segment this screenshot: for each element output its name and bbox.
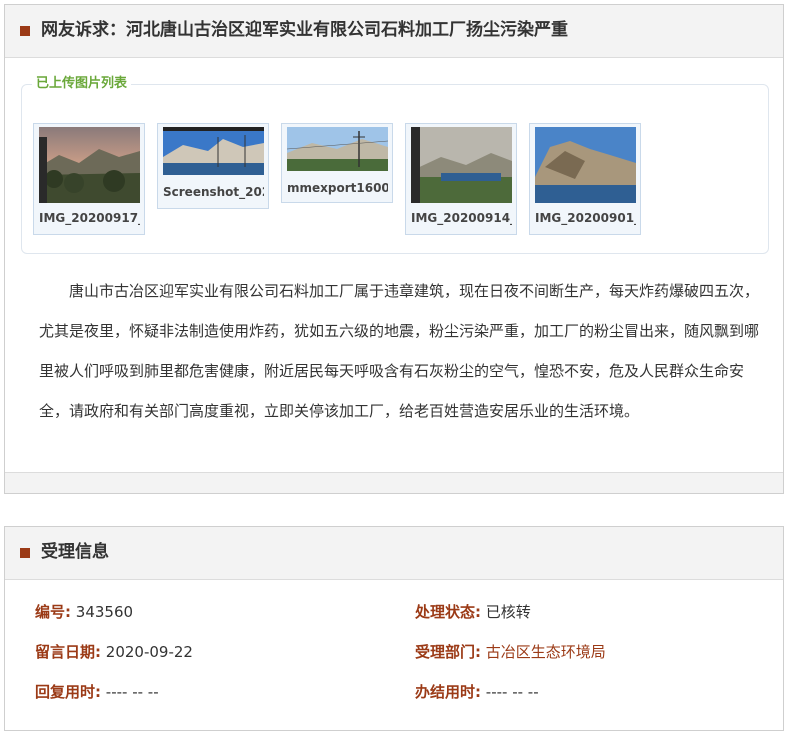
gallery-label: 已上传图片列表 — [32, 76, 132, 92]
info-number: 编号: 343560 — [35, 602, 133, 622]
finish-time-label: 办结用时: — [415, 683, 481, 701]
status-value: 已核转 — [485, 603, 531, 621]
status-label: 处理状态: — [415, 603, 481, 621]
header-square-icon — [20, 548, 30, 558]
thumbnail-image — [535, 127, 636, 203]
complaint-body-text: 唐山市古冶区迎军实业有限公司石料加工厂属于违章建筑，现在日夜不间断生产，每天炸药… — [39, 282, 760, 420]
complaint-card: 网友诉求：河北唐山古治区迎军实业有限公司石料加工厂扬尘污染严重 已上传图片列表 … — [4, 4, 784, 494]
acceptance-card: 受理信息 编号: 343560 处理状态: 已核转 留言日期: 2020-09-… — [4, 526, 784, 731]
thumbnail-caption: mmexport16005 — [287, 181, 388, 195]
info-reply-time: 回复用时: ---- -- -- — [35, 682, 159, 702]
info-date: 留言日期: 2020-09-22 — [35, 642, 193, 662]
image-thumbnail[interactable]: IMG_20200917_1 — [33, 123, 145, 235]
image-thumbnail[interactable]: Screenshot_2020 — [157, 123, 269, 209]
reply-time-value: ---- -- -- — [105, 683, 159, 701]
info-status: 处理状态: 已核转 — [415, 602, 531, 622]
thumbnail-image — [163, 127, 264, 175]
thumbnail-caption: IMG_20200917_1 — [39, 211, 140, 225]
thumbnail-image — [39, 127, 140, 203]
finish-time-value: ---- -- -- — [485, 683, 539, 701]
image-gallery: 已上传图片列表 IMG_20200917_1 — [21, 76, 769, 254]
date-value: 2020-09-22 — [105, 643, 193, 661]
complaint-header: 网友诉求：河北唐山古治区迎军实业有限公司石料加工厂扬尘污染严重 — [5, 5, 783, 58]
thumbnail-image — [287, 127, 388, 171]
image-thumbnail[interactable]: mmexport16005 — [281, 123, 393, 203]
number-value: 343560 — [75, 603, 134, 621]
dept-label: 受理部门: — [415, 643, 481, 661]
image-thumbnail[interactable]: IMG_20200901_1 — [529, 123, 641, 235]
thumbnail-image — [411, 127, 512, 203]
acceptance-header: 受理信息 — [5, 527, 783, 580]
thumbnail-caption: IMG_20200914_1 — [411, 211, 512, 225]
info-dept: 受理部门: 古冶区生态环境局 — [415, 642, 606, 662]
acceptance-title: 受理信息 — [41, 542, 109, 562]
complaint-body: 唐山市古冶区迎军实业有限公司石料加工厂属于违章建筑，现在日夜不间断生产，每天炸药… — [39, 271, 769, 431]
image-thumbnail[interactable]: IMG_20200914_1 — [405, 123, 517, 235]
header-square-icon — [20, 26, 30, 36]
thumbnail-caption: Screenshot_2020 — [163, 185, 264, 199]
date-label: 留言日期: — [35, 643, 101, 661]
reply-time-label: 回复用时: — [35, 683, 101, 701]
dept-link[interactable]: 古冶区生态环境局 — [486, 643, 606, 661]
number-label: 编号: — [35, 603, 71, 621]
info-finish-time: 办结用时: ---- -- -- — [415, 682, 539, 702]
card-footer — [5, 472, 783, 493]
complaint-title: 网友诉求：河北唐山古治区迎军实业有限公司石料加工厂扬尘污染严重 — [41, 20, 568, 40]
thumbnail-caption: IMG_20200901_1 — [535, 211, 636, 225]
